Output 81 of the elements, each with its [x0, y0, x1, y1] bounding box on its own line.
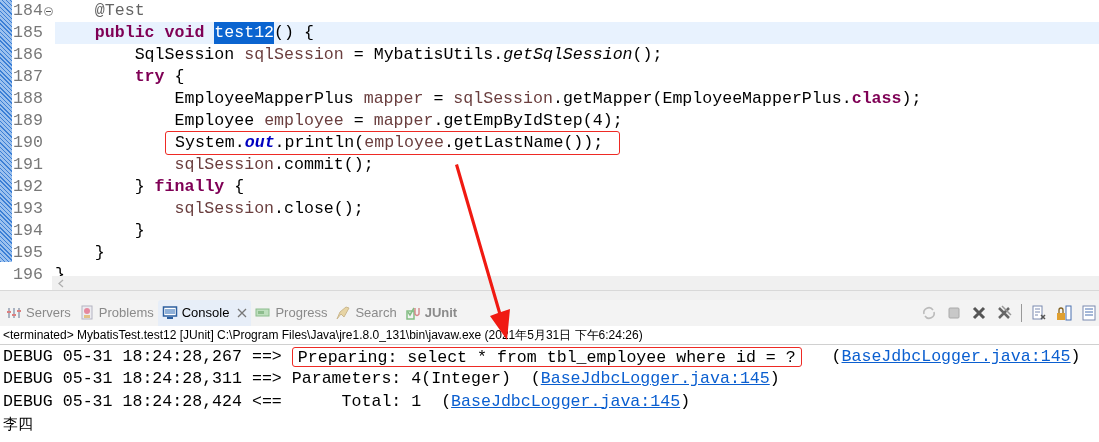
code-text: @Test: [93, 0, 145, 22]
remove-all-icon[interactable]: [996, 305, 1012, 321]
line-number: 194: [13, 220, 44, 242]
output-text: 李四: [3, 413, 33, 435]
monitor-icon: [161, 305, 178, 321]
log-text: ): [769, 368, 780, 391]
panel-tab[interactable]: JUnit: [400, 300, 462, 326]
collapse-icon[interactable]: [44, 7, 53, 16]
line-number: 191: [13, 154, 44, 176]
code-text: EmployeeMapperPlus: [173, 88, 355, 110]
word-wrap-icon[interactable]: [1081, 305, 1097, 321]
line-number: 186: [13, 44, 44, 66]
servers-icon: [6, 305, 22, 321]
code-text: SqlSession: [133, 44, 236, 66]
panel-tab[interactable]: Search: [331, 300, 401, 326]
line-number: 188: [13, 88, 44, 110]
source-link[interactable]: BaseJdbcLogger.java:145: [841, 346, 1071, 369]
highlighted-log-text: Preparing: select * from tbl_employee where id = ?: [291, 347, 802, 368]
code-text: }: [133, 176, 146, 198]
code-text: public void: [93, 22, 206, 44]
line-number: 196: [13, 264, 44, 286]
code-text: .println(: [274, 132, 365, 154]
log-text: DEBUG 05-31 18:24:28,424 <== Total: 1 (: [3, 390, 452, 413]
code-text: class: [851, 88, 902, 110]
code-text: .close();: [274, 198, 364, 220]
code-text: .getMapper(EmployeeMapperPlus.: [552, 88, 852, 110]
code-text: out: [244, 132, 275, 154]
document-icon: [78, 305, 95, 321]
code-text: =: [432, 88, 445, 110]
code-editor[interactable]: [0, 0, 1099, 290]
panel-tab[interactable]: Servers: [2, 300, 75, 326]
line-number: 195: [13, 242, 44, 264]
horizontal-scrollbar[interactable]: [52, 276, 1099, 290]
source-link[interactable]: BaseJdbcLogger.java:145: [540, 368, 770, 391]
code-text: System.: [175, 132, 245, 154]
code-text: finally: [154, 176, 225, 198]
scroll-lock-icon[interactable]: [1056, 305, 1072, 321]
code-text: ();: [632, 44, 663, 66]
line-number: 189: [13, 110, 44, 132]
code-text: getSqlSession: [503, 44, 633, 66]
clear-console-icon[interactable]: [1031, 305, 1047, 321]
code-text: .commit();: [274, 154, 374, 176]
line-number: 190: [13, 132, 44, 154]
code-text: mapper: [373, 110, 434, 132]
code-text: .getEmpByIdStep(4);: [433, 110, 623, 132]
code-text: {: [173, 66, 185, 88]
code-text: {: [233, 176, 245, 198]
code-text: = MybatisUtils.: [352, 44, 504, 66]
code-text: );: [901, 88, 922, 110]
code-text: Employee: [173, 110, 256, 132]
code-text: employee: [364, 132, 444, 154]
code-text: mapper: [363, 88, 424, 110]
line-number: 193: [13, 198, 44, 220]
code-text: }: [93, 242, 105, 264]
log-text: (: [830, 346, 842, 368]
code-text: }: [133, 220, 145, 242]
selected-text: test12: [214, 22, 275, 44]
code-text: employee: [264, 110, 344, 132]
line-number: 185: [13, 22, 44, 44]
log-text: DEBUG 05-31 18:24:28,311 ==> Parameters: 4(Integer) (: [3, 368, 541, 391]
log-text: ): [1070, 346, 1081, 368]
log-text: ): [680, 390, 691, 413]
panel-tab[interactable]: Console: [157, 300, 252, 326]
panel-tab[interactable]: Progress: [251, 300, 332, 326]
source-link[interactable]: BaseJdbcLogger.java:145: [451, 390, 681, 413]
code-text: =: [352, 110, 365, 132]
check-icon: [404, 305, 421, 321]
code-text: sqlSession: [173, 154, 275, 176]
remove-icon[interactable]: [971, 305, 987, 321]
code-text: sqlSession: [244, 44, 344, 66]
line-number: 184: [13, 0, 53, 22]
line-number: 192: [13, 176, 44, 198]
log-text: DEBUG 05-31 18:24:28,267 ==>: [3, 346, 283, 368]
panel-tab[interactable]: Problems: [74, 300, 158, 326]
close-icon[interactable]: [237, 308, 248, 318]
code-text: try: [133, 66, 165, 88]
code-text: .getLastName());: [443, 132, 604, 154]
code-text: sqlSession: [173, 198, 275, 220]
line-number: 187: [13, 66, 44, 88]
code-text: () {: [274, 22, 314, 44]
code-text: sqlSession: [453, 88, 553, 110]
